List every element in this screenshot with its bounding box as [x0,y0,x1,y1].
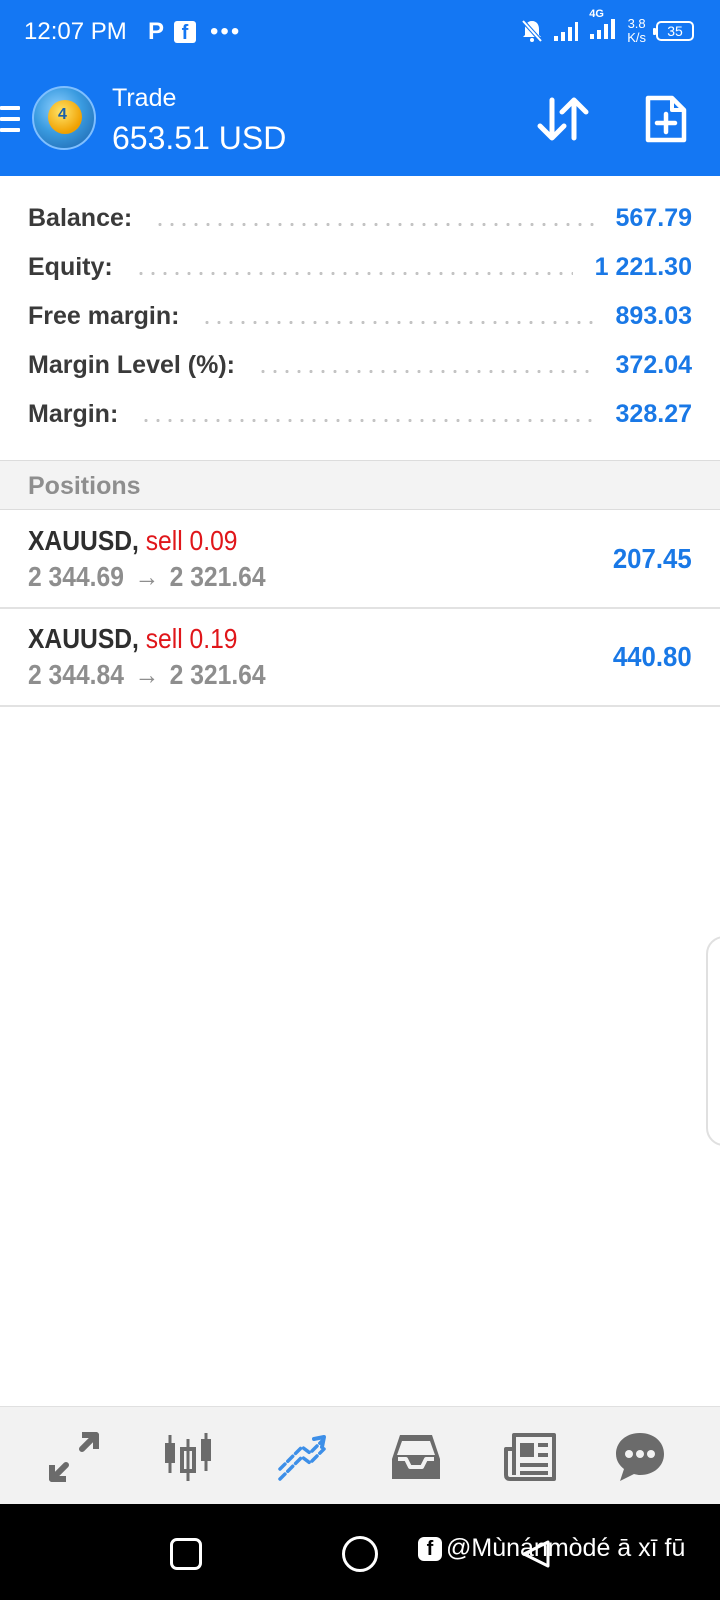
side-panel-handle[interactable] [706,936,720,1146]
summary-row-margin-level: Margin Level (%): 372.04 [28,345,692,385]
summary-label: Margin: [28,399,119,428]
dot-leader [201,320,594,324]
news-icon [504,1433,556,1481]
position-symbol: XAUUSD, [28,525,139,556]
speed-unit: K/s [627,29,646,45]
network-speed: 3.8 K/s [627,15,646,45]
account-summary: Balance: 567.79 Equity: 1 221.30 Free ma… [0,176,720,460]
nav-history[interactable] [388,1429,444,1485]
section-title: Positions [28,472,141,500]
summary-value: 328.27 [615,399,692,428]
system-nav-bar: f @Mùnánmòdé ā xī fū [0,1504,720,1600]
dot-leader [134,271,573,275]
summary-row-equity: Equity: 1 221.30 [28,247,692,287]
dot-leader [154,222,594,226]
network-type: 4G [589,8,604,20]
summary-label: Equity: [28,252,113,281]
position-prices: 2 344.69 → 2 321.64 [28,561,266,593]
nav-chart[interactable] [160,1429,216,1485]
history-icon [392,1435,440,1479]
summary-value: 372.04 [615,350,692,379]
summary-value: 893.03 [615,301,692,330]
current-price: 2 321.64 [169,659,266,690]
watermark: f @Mùnánmòdé ā xī fū [418,1534,685,1563]
new-order-icon[interactable] [644,94,688,144]
system-status-icons: 4G 3.8 K/s 35 [521,8,694,45]
position-type: sell 0.19 [145,623,238,654]
summary-row-balance: Balance: 567.79 [28,198,692,238]
summary-label: Margin Level (%): [28,350,235,379]
nav-trade[interactable] [274,1429,330,1485]
position-symbol: XAUUSD, [28,623,139,654]
quotes-icon [49,1432,99,1482]
bottom-nav [0,1406,720,1504]
nav-chat[interactable] [612,1429,668,1485]
position-row[interactable]: XAUUSD, sell 0.09 2 344.69 → 2 321.64 207.… [0,511,720,609]
current-price: 2 321.64 [169,561,266,592]
position-title: XAUUSD, sell 0.19 [28,623,238,655]
watermark-text: @Mùnánmòdé ā xī fū [446,1534,686,1562]
position-prices: 2 344.84 → 2 321.64 [28,659,266,691]
open-price: 2 344.84 [28,659,124,690]
dot-leader [256,369,594,373]
signal-icon [554,21,579,41]
position-profit: 207.45 [613,543,692,574]
position-row[interactable]: XAUUSD, sell 0.19 2 344.84 → 2 321.64 440.… [0,609,720,707]
menu-icon[interactable] [0,106,20,132]
position-title: XAUUSD, sell 0.09 [28,525,238,557]
p-app-icon: P [148,18,165,45]
open-price: 2 344.69 [28,561,124,592]
sort-icon[interactable] [536,94,592,144]
facebook-logo-icon: f [418,1536,442,1561]
battery-icon: 35 [653,20,694,41]
dot-leader [140,418,594,422]
home-button[interactable] [342,1536,378,1572]
position-profit: 440.80 [613,641,692,672]
page-title: Trade [112,84,177,112]
summary-value: 567.79 [615,203,692,232]
facebook-icon: f [174,21,197,44]
chat-icon [616,1433,664,1481]
position-type: sell 0.09 [145,525,238,556]
summary-row-margin: Margin: 328.27 [28,394,692,434]
app-logo: 4 [32,86,96,150]
summary-label: Balance: [28,203,133,232]
notification-icons: P f ••• [148,18,241,46]
arrow-right-icon: → [134,659,160,690]
recent-apps-button[interactable] [170,1538,202,1570]
summary-value: 1 221.30 [594,252,692,281]
trade-icon [278,1435,326,1481]
summary-row-free-margin: Free margin: 893.03 [28,296,692,336]
positions-section-header: Positions [0,460,720,510]
summary-label: Free margin: [28,301,180,330]
nav-quotes[interactable] [46,1429,102,1485]
speed-value: 3.8 [627,15,646,31]
status-bar: 12:07 PM P f ••• 4G 3.8 K/s 35 [0,0,720,64]
chart-icon [165,1433,211,1481]
app-header: 4 Trade 653.51 USD [0,64,720,176]
signal-4g-group: 4G [589,8,617,45]
more-notifications-icon: ••• [210,18,242,45]
header-amount: 653.51 USD [112,120,287,156]
nav-news[interactable] [502,1429,558,1485]
status-time: 12:07 PM [24,18,127,45]
arrow-right-icon: → [134,561,160,592]
mute-bell-icon [521,19,543,42]
